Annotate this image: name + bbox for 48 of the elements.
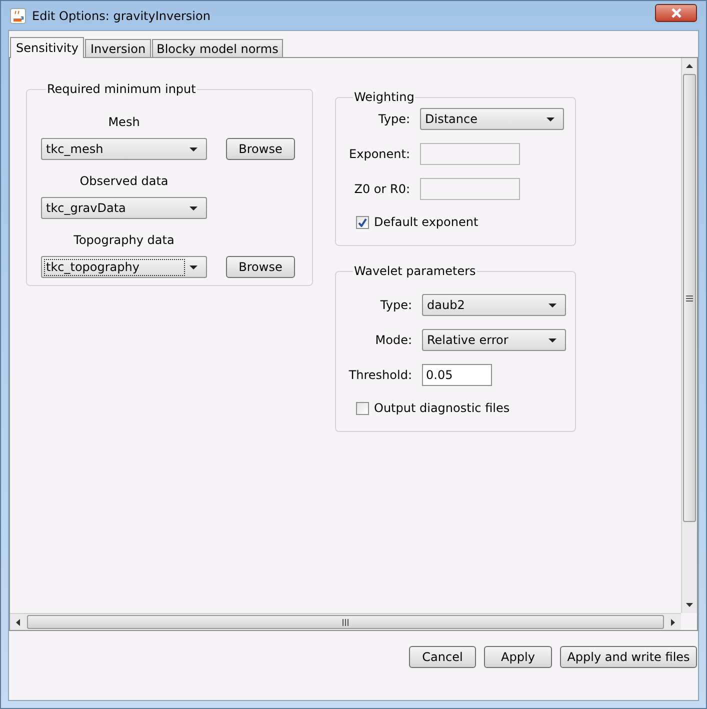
field-label: Z0 or R0: (353, 181, 410, 198)
button[interactable]: Browse (226, 256, 295, 278)
input-field[interactable] (420, 143, 520, 165)
field-label: Type: (377, 111, 410, 128)
checkbox-label: Output diagnostic files (374, 400, 510, 417)
vertical-scrollbar[interactable] (681, 58, 697, 613)
caret-icon (548, 302, 557, 308)
dropdown[interactable]: daub2 (422, 294, 566, 316)
group-title: Weighting (353, 89, 416, 106)
dropdown[interactable]: tkc_mesh (41, 138, 207, 160)
checkbox[interactable] (356, 216, 369, 228)
field-label: Mode: (374, 332, 412, 349)
field-label: Exponent: (348, 146, 410, 163)
field-label: Threshold: (348, 367, 412, 384)
caret-icon (189, 264, 198, 270)
tab[interactable]: Inversion (85, 39, 151, 57)
tab[interactable]: Sensitivity (10, 37, 84, 58)
input-field[interactable]: 0.05 (422, 364, 492, 386)
field-label: Observed data (80, 174, 168, 188)
scrollbar-thumb[interactable] (683, 74, 696, 522)
button[interactable]: Cancel (409, 646, 476, 668)
close-button[interactable] (655, 4, 697, 22)
button[interactable]: Apply (484, 646, 552, 668)
horizontal-scrollbar[interactable] (10, 613, 681, 630)
dropdown[interactable]: Relative error (422, 329, 566, 351)
group-title: Wavelet parameters (353, 263, 477, 280)
checkbox-label: Default exponent (374, 214, 478, 231)
scrollbar-thumb[interactable] (27, 615, 664, 629)
grip-icon (342, 618, 349, 626)
caret-icon (189, 206, 198, 210)
caret-icon (548, 338, 557, 342)
dropdown[interactable]: tkc_gravData (41, 197, 207, 219)
field-label: Mesh (108, 115, 140, 129)
field-label: Topography data (74, 233, 174, 247)
button[interactable]: Apply and write files (560, 646, 697, 668)
caret-icon (189, 146, 198, 152)
group-title: Required minimum input (46, 81, 197, 98)
input-field[interactable] (420, 178, 520, 200)
field-label: Type: (379, 297, 412, 314)
button[interactable]: Browse (226, 138, 295, 160)
checkbox[interactable] (356, 402, 369, 414)
dropdown[interactable]: tkc_topography (41, 256, 207, 278)
caret-icon (546, 116, 555, 122)
grip-icon (686, 294, 693, 302)
dropdown[interactable]: Distance (420, 108, 564, 130)
close-icon (670, 8, 682, 18)
tab[interactable]: Blocky model norms (152, 39, 284, 57)
window-title: Edit Options: gravityInversion (32, 8, 210, 24)
